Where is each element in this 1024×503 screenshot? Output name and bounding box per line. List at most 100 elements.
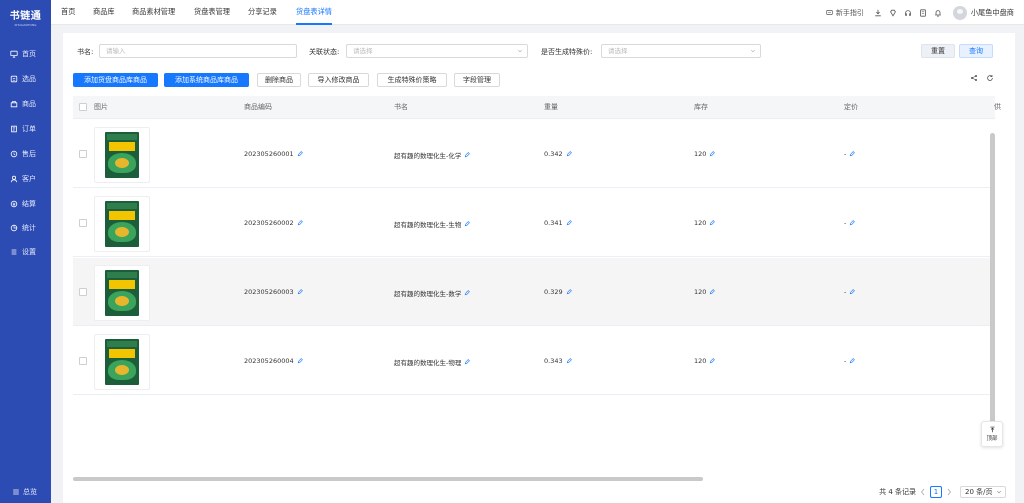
sidebar-item-label: 商品 [22, 100, 36, 108]
edit-icon[interactable] [297, 151, 303, 157]
edit-icon[interactable] [849, 358, 856, 364]
row-checkbox[interactable] [79, 288, 87, 296]
guide-link[interactable]: 新手指引 [826, 8, 864, 18]
query-button[interactable]: 查询 [959, 44, 993, 58]
sidebar-item-label: 结算 [22, 200, 36, 208]
edit-icon[interactable] [464, 290, 471, 296]
tab-goods-library[interactable]: 商品库 [93, 0, 115, 25]
edit-icon[interactable] [464, 152, 471, 158]
tab-home[interactable]: 首页 [61, 0, 75, 25]
tab-pallet-detail[interactable]: 货盘表详情 [296, 0, 332, 25]
book-name-input[interactable]: 请输入 [99, 44, 297, 58]
chevron-right-icon[interactable] [946, 488, 952, 496]
book-cover-image[interactable] [94, 127, 150, 183]
edit-icon[interactable] [566, 151, 572, 157]
book-cover-image[interactable] [94, 265, 150, 321]
cell-code: 202305260002 [244, 219, 303, 227]
download-icon[interactable] [874, 9, 882, 17]
tab-material-manage[interactable]: 商品素材管理 [132, 0, 175, 25]
headset-icon[interactable] [904, 9, 912, 17]
page-number-current[interactable]: 1 [930, 486, 942, 498]
cell-price: - [844, 357, 856, 365]
special-price-select[interactable]: 请选择 [601, 44, 761, 58]
edit-icon[interactable] [297, 289, 303, 295]
delete-goods-button[interactable]: 删除商品 [257, 73, 301, 87]
sidebar: 书链通 SHULIANTONG 首页 选品 商品 订单 售后 客户 结算 统计 … [0, 0, 51, 503]
weight-text: 0.329 [544, 288, 563, 296]
edit-icon[interactable] [849, 151, 856, 157]
share-icon[interactable] [970, 74, 978, 82]
row-checkbox[interactable] [79, 219, 87, 227]
edit-icon[interactable] [849, 289, 856, 295]
row-checkbox[interactable] [79, 357, 87, 365]
cell-code: 202305260001 [244, 150, 303, 158]
edit-icon[interactable] [709, 358, 716, 364]
add-pallet-goods-button[interactable]: 添加货盘商品库商品 [73, 73, 158, 87]
add-system-goods-button[interactable]: 添加系统商品库商品 [164, 73, 249, 87]
sidebar-item-home[interactable]: 首页 [0, 47, 51, 61]
edit-icon[interactable] [464, 359, 471, 365]
edit-icon[interactable] [709, 220, 716, 226]
sidebar-item-goods[interactable]: 商品 [0, 97, 51, 111]
cell-stock: 120 [694, 150, 716, 158]
sidebar-item-orders[interactable]: 订单 [0, 122, 51, 136]
horizontal-scrollbar[interactable] [73, 477, 703, 481]
reset-button[interactable]: 重置 [921, 44, 955, 58]
bell-icon[interactable] [934, 9, 942, 17]
sidebar-overview-toggle[interactable]: 总览 [0, 487, 51, 497]
tab-pallet-manage[interactable]: 货盘表管理 [194, 0, 230, 25]
box-icon [10, 75, 18, 83]
tab-share-records[interactable]: 分享记录 [248, 0, 277, 25]
vertical-scrollbar[interactable] [990, 133, 995, 426]
book-cover-image[interactable] [94, 334, 150, 390]
cell-name: 超有趣的数理化生-物理 [394, 357, 471, 367]
sidebar-item-selection[interactable]: 选品 [0, 72, 51, 86]
customer-icon [10, 175, 18, 183]
row-checkbox[interactable] [79, 150, 87, 158]
name-text: 超有趣的数理化生-生物 [394, 221, 462, 229]
document-icon[interactable] [919, 8, 927, 17]
edit-icon[interactable] [297, 220, 303, 226]
column-header-name: 书名 [394, 103, 408, 111]
edit-icon[interactable] [566, 358, 572, 364]
sidebar-item-settlement[interactable]: 结算 [0, 197, 51, 211]
back-to-top-button[interactable]: 顶部 [981, 421, 1003, 447]
book-cover-image[interactable] [94, 196, 150, 252]
select-all-checkbox[interactable] [79, 103, 87, 111]
table-tools [970, 74, 994, 82]
sidebar-item-aftersale[interactable]: 售后 [0, 147, 51, 161]
edit-icon[interactable] [709, 289, 716, 295]
import-edit-button[interactable]: 导入修改商品 [308, 73, 369, 87]
edit-icon[interactable] [709, 151, 716, 157]
table-row[interactable]: 202305260004 超有趣的数理化生-物理 0.343 120 - [73, 327, 995, 395]
user-menu[interactable]: 小尾鱼中盘商 [952, 5, 1014, 20]
field-manage-button[interactable]: 字段管理 [454, 73, 500, 87]
chevron-left-icon[interactable] [920, 488, 926, 496]
sidebar-item-customers[interactable]: 客户 [0, 172, 51, 186]
back-to-top-label: 顶部 [986, 436, 998, 442]
table-row[interactable]: 202305260002 超有趣的数理化生-生物 0.341 120 - [73, 189, 995, 257]
menu-icon [13, 489, 19, 495]
edit-icon[interactable] [566, 220, 572, 226]
diamond-icon[interactable] [889, 9, 897, 17]
refresh-icon[interactable] [986, 74, 994, 82]
link-status-select[interactable]: 请选择 [346, 44, 528, 58]
chevron-down-icon [996, 490, 1002, 494]
stock-text: 120 [694, 150, 707, 158]
edit-icon[interactable] [464, 221, 471, 227]
edit-icon[interactable] [297, 358, 303, 364]
edit-icon[interactable] [566, 289, 572, 295]
stock-text: 120 [694, 219, 707, 227]
top-nav: 首页 商品库 商品素材管理 货盘表管理 分享记录 货盘表详情 新手指引 小尾鱼中… [51, 0, 1024, 25]
sidebar-item-label: 统计 [22, 224, 36, 232]
page-size-select[interactable]: 20 条/页 [960, 486, 1006, 498]
cell-weight: 0.342 [544, 150, 572, 158]
cell-weight: 0.329 [544, 288, 572, 296]
sidebar-item-settings[interactable]: 设置 [0, 245, 51, 259]
generate-price-strategy-button[interactable]: 生成特殊价策略 [377, 73, 447, 87]
table-row[interactable]: 202305260003 超有趣的数理化生-数学 0.329 120 - [73, 258, 995, 326]
table-row[interactable]: 202305260001 超有趣的数理化生-化学 0.342 120 - [73, 120, 995, 188]
sidebar-item-stats[interactable]: 统计 [0, 221, 51, 235]
edit-icon[interactable] [849, 220, 856, 226]
overview-label: 总览 [23, 488, 37, 496]
